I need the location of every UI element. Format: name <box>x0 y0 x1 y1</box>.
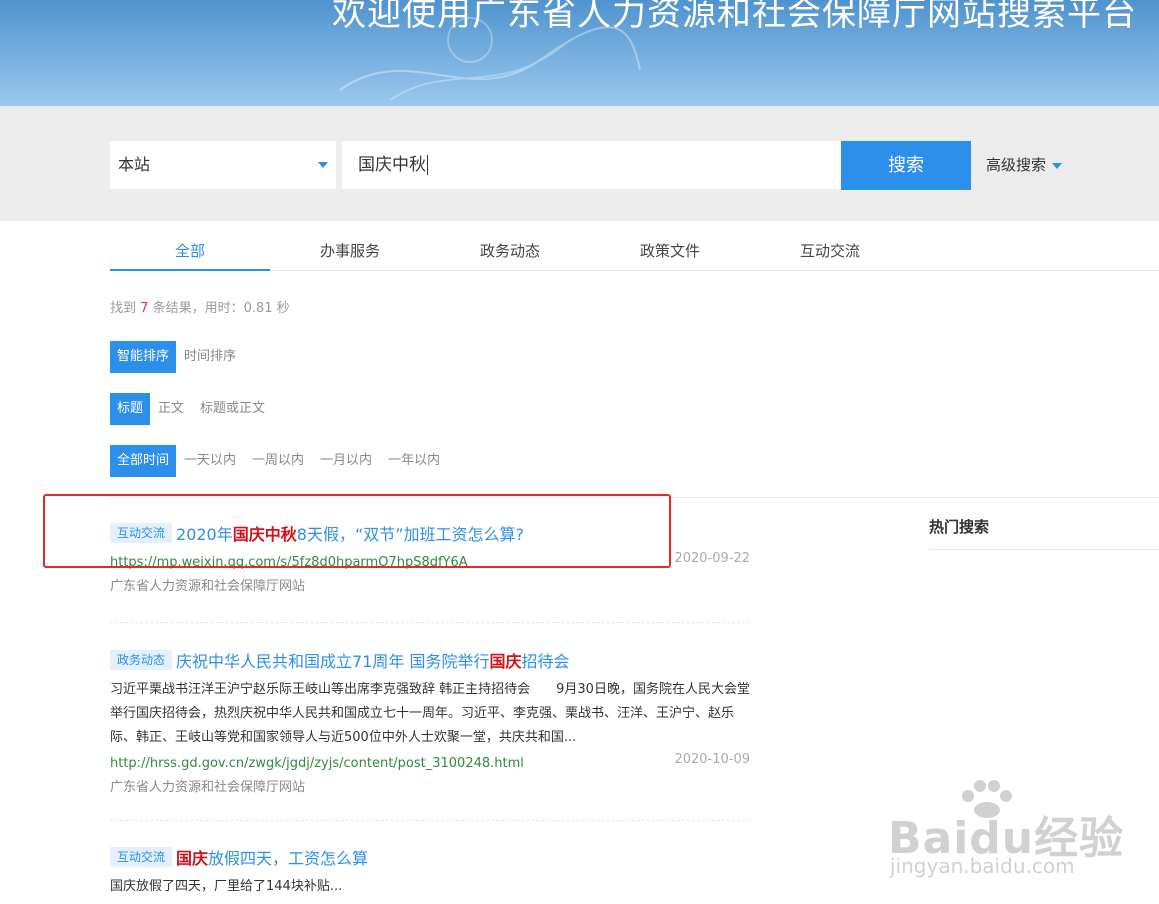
search-bar: 本站 国庆中秋 搜索 高级搜索 <box>0 106 1159 221</box>
time-week[interactable]: 一周以内 <box>248 445 308 477</box>
tab-all[interactable]: 全部 <box>110 232 270 271</box>
result-snippet: 国庆放假了四天，厂里给了144块补贴... <box>110 879 343 894</box>
category-badge: 互动交流 <box>110 847 173 867</box>
result-source: 广东省人力资源和社会保障厅网站 <box>110 780 306 795</box>
title-text: 招待会 <box>521 652 570 671</box>
title-text: 庆祝中华人民共和国成立71周年 国务院举行 <box>176 652 490 671</box>
title-highlight: 国庆 <box>489 652 522 671</box>
tab-interaction[interactable]: 互动交流 <box>750 232 910 270</box>
advanced-search-label: 高级搜索 <box>986 156 1047 174</box>
tab-news[interactable]: 政务动态 <box>430 232 590 270</box>
time-all[interactable]: 全部时间 <box>110 445 177 477</box>
advanced-search-toggle[interactable]: 高级搜索 <box>986 141 1063 189</box>
result-item: 政务动态 庆祝中华人民共和国成立71周年 国务院举行国庆招待会 习近平栗战书汪洋王… <box>110 648 750 795</box>
result-separator <box>110 622 750 623</box>
field-body[interactable]: 正文 <box>154 393 188 425</box>
sort-time[interactable]: 时间排序 <box>180 341 240 373</box>
annotation-box <box>43 494 671 568</box>
tab-policies[interactable]: 政策文件 <box>590 232 750 270</box>
site-title: 欢迎使用广东省人力资源和社会保障厅网站搜索平台 <box>332 0 1137 34</box>
time-month[interactable]: 一月以内 <box>316 445 376 477</box>
caret-down-icon <box>318 162 328 168</box>
result-item: 互动交流 国庆放假四天，工资怎么算 国庆放假了四天，厂里给了144块补贴... <box>110 845 750 899</box>
result-title-link[interactable]: 国庆放假四天，工资怎么算 <box>176 849 368 868</box>
result-separator <box>110 820 750 821</box>
field-title-or-body[interactable]: 标题或正文 <box>196 393 269 425</box>
hot-search-heading: 热门搜索 <box>929 510 1159 550</box>
scope-select[interactable]: 本站 <box>110 141 336 189</box>
search-query-text: 国庆中秋 <box>358 155 426 175</box>
category-tabs: 全部 办事服务 政务动态 政策文件 互动交流 <box>110 232 1159 271</box>
result-date: 2020-09-22 <box>674 551 750 566</box>
header-banner: 欢迎使用广东省人力资源和社会保障厅网站搜索平台 <box>0 0 1159 106</box>
summary-suffix: 条结果，用时：0.81 秒 <box>152 301 290 316</box>
category-badge: 政务动态 <box>110 650 173 670</box>
result-source: 广东省人力资源和社会保障厅网站 <box>110 579 306 594</box>
tab-services[interactable]: 办事服务 <box>270 232 430 270</box>
result-date: 2020-10-09 <box>674 752 750 767</box>
time-day[interactable]: 一天以内 <box>180 445 240 477</box>
scope-value: 本站 <box>118 155 151 174</box>
search-button[interactable]: 搜索 <box>841 141 971 190</box>
time-year[interactable]: 一年以内 <box>384 445 444 477</box>
baidu-jingyan-watermark: Baidu经验 jingyan.baidu.com <box>888 778 1148 882</box>
field-filter: 标题 正文 标题或正文 <box>110 393 277 425</box>
search-input[interactable]: 国庆中秋 <box>342 141 841 189</box>
text-cursor <box>427 155 428 175</box>
result-count: 7 <box>140 301 149 316</box>
summary-prefix: 找到 <box>110 301 137 316</box>
sort-smart[interactable]: 智能排序 <box>110 341 177 373</box>
title-text: 放假四天，工资怎么算 <box>208 849 369 868</box>
result-title-link[interactable]: 庆祝中华人民共和国成立71周年 国务院举行国庆招待会 <box>176 652 569 671</box>
field-title[interactable]: 标题 <box>110 393 151 425</box>
caret-down-icon <box>1052 162 1063 169</box>
result-url[interactable]: http://hrss.gd.gov.cn/zwgk/jgdj/zyjs/con… <box>110 756 524 771</box>
sort-filter: 智能排序 时间排序 <box>110 341 248 373</box>
result-snippet: 习近平栗战书汪洋王沪宁赵乐际王岐山等出席李克强致辞 韩正主持招待会 9月30日晚… <box>110 682 750 745</box>
watermark-domain: jingyan.baidu.com <box>890 854 1075 878</box>
title-highlight: 国庆 <box>176 849 209 868</box>
result-summary: 找到 7 条结果，用时：0.81 秒 <box>110 297 290 316</box>
time-filter: 全部时间 一天以内 一周以内 一月以内 一年以内 <box>110 445 452 477</box>
